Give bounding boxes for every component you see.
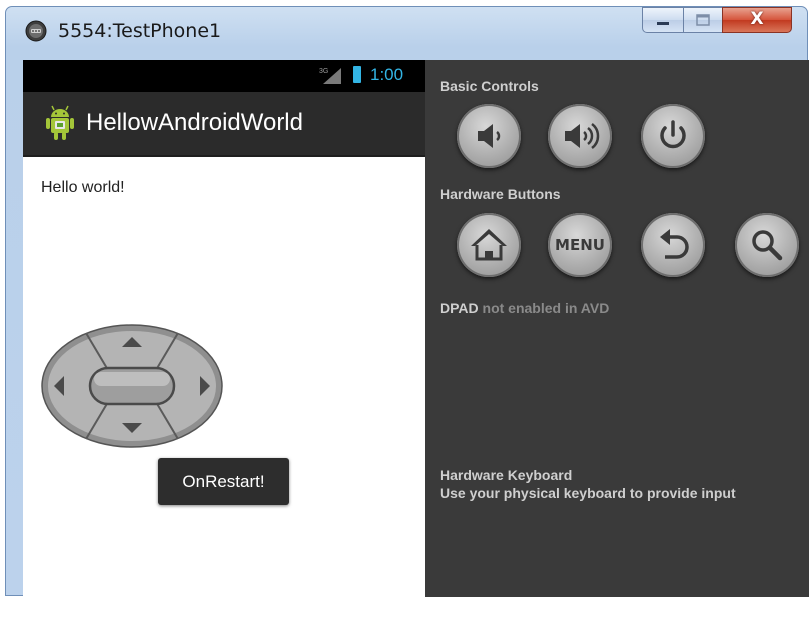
dpad-label: DPAD not enabled in AVD — [440, 300, 609, 316]
menu-button-label: MENU — [555, 236, 605, 254]
dpad-label-strong: DPAD — [440, 300, 479, 316]
volume-down-button[interactable] — [457, 104, 521, 168]
signal-icon: 3G — [319, 68, 341, 84]
hello-text: Hello world! — [41, 179, 125, 196]
minimize-icon — [657, 22, 669, 25]
title-bar[interactable]: 5554:TestPhone1 X — [6, 7, 807, 49]
status-bar: 3G 1:00 — [23, 60, 425, 92]
back-button[interactable] — [641, 213, 705, 277]
hardware-keyboard-info: Hardware Keyboard Use your physical keyb… — [440, 466, 736, 502]
keyboard-title: Hardware Keyboard — [440, 467, 573, 483]
hardware-buttons-label: Hardware Buttons — [440, 186, 561, 202]
emulator-client-area: 3G 1:00 HellowAndroidWorld Hello world! … — [23, 60, 809, 625]
toast-text: OnRestart! — [182, 472, 265, 491]
home-icon — [471, 229, 507, 261]
power-icon — [660, 120, 686, 149]
basic-controls-label: Basic Controls — [440, 78, 539, 94]
network-type: 3G — [319, 68, 328, 75]
maximize-icon — [696, 14, 710, 26]
close-button[interactable]: X — [722, 7, 792, 33]
battery-icon — [353, 66, 361, 83]
search-icon — [752, 230, 783, 261]
menu-button[interactable]: MENU — [548, 213, 612, 277]
home-button[interactable] — [457, 213, 521, 277]
close-icon: X — [750, 9, 764, 29]
power-button[interactable] — [641, 104, 705, 168]
emulator-window: 5554:TestPhone1 X 3G 1:00 HellowAndroidW… — [5, 6, 809, 625]
back-icon — [660, 229, 689, 259]
volume-down-icon — [478, 124, 501, 148]
keyboard-description: Use your physical keyboard to provide in… — [440, 485, 736, 501]
android-app-icon — [46, 105, 74, 140]
toast-message: OnRestart! — [158, 458, 289, 505]
maximize-button[interactable] — [683, 7, 723, 33]
dpad-label-dim: not enabled in AVD — [482, 300, 610, 316]
emulator-app-icon — [25, 20, 47, 42]
app-title: HellowAndroidWorld — [86, 109, 303, 136]
search-button[interactable] — [735, 213, 799, 277]
volume-up-icon — [565, 123, 600, 149]
action-bar: HellowAndroidWorld — [23, 92, 425, 157]
window-title: 5554:TestPhone1 — [58, 20, 222, 42]
volume-up-button[interactable] — [548, 104, 612, 168]
minimize-button[interactable] — [642, 7, 684, 33]
dpad — [41, 324, 223, 448]
status-time: 1:00 — [370, 65, 404, 84]
